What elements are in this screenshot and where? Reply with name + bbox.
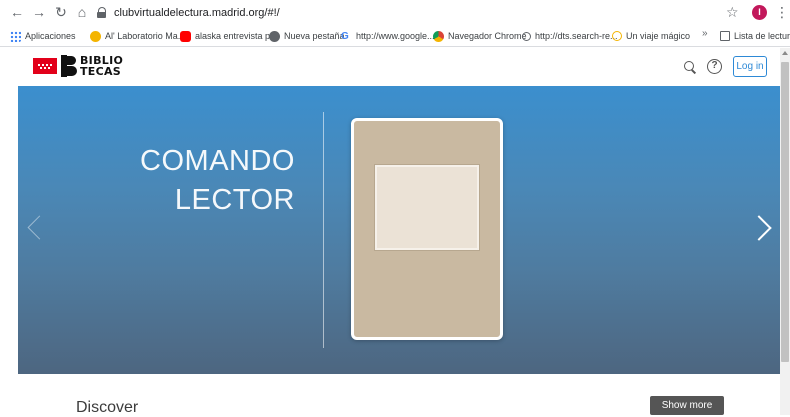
bookmark-laboratorio[interactable]: Al' Laboratorio Ma...: [90, 29, 185, 43]
carousel-next-icon[interactable]: [756, 214, 774, 244]
menu-kebab-icon[interactable]: ⋮: [775, 3, 789, 21]
bookmark-apps[interactable]: Aplicaciones: [10, 29, 76, 43]
reading-list-icon: [720, 31, 730, 41]
bibliotecas-logo-mark[interactable]: [61, 55, 77, 77]
bookmark-viaje-magico[interactable]: Un viaje mágico: [612, 29, 690, 43]
back-icon[interactable]: ←: [8, 3, 26, 21]
chrome-icon: [433, 30, 444, 42]
reload-icon[interactable]: ↻: [52, 3, 70, 21]
login-button[interactable]: Log in: [733, 56, 767, 77]
site-header: BIBLIO TECAS ? Log in: [0, 48, 780, 86]
google-icon: G: [341, 30, 349, 42]
bookmark-nueva-pestana[interactable]: Nueva pestaña: [269, 29, 345, 43]
discover-title: Discover: [76, 399, 139, 416]
bookmarks-overflow-button[interactable]: »: [702, 28, 708, 39]
scroll-thumb[interactable]: [781, 62, 789, 362]
madrid-flag-logo[interactable]: [33, 58, 57, 74]
globe-icon: [269, 30, 280, 42]
address-bar[interactable]: clubvirtualdelectura.madrid.org/#!/: [96, 4, 280, 21]
circle-icon: [612, 31, 622, 41]
bookmark-chrome[interactable]: Navegador Chrome: [433, 29, 527, 43]
profile-avatar[interactable]: I: [752, 5, 767, 20]
forward-icon[interactable]: →: [30, 3, 48, 21]
search-icon[interactable]: [683, 60, 697, 74]
bookmark-alaska[interactable]: alaska entrevista pi...: [180, 29, 280, 43]
bibliotecas-logo-text[interactable]: BIBLIO TECAS: [80, 55, 123, 77]
book-cover[interactable]: [351, 118, 503, 340]
carousel-prev-icon[interactable]: [26, 214, 44, 244]
hero-divider: [323, 112, 324, 348]
search-icon: [522, 31, 531, 41]
bookmarks-bar: Aplicaciones Al' Laboratorio Ma... alask…: [0, 25, 790, 47]
page-scrollbar[interactable]: [780, 48, 790, 415]
bookmark-dts-search[interactable]: http://dts.search-re...: [522, 29, 618, 43]
home-icon[interactable]: ⌂: [73, 3, 91, 21]
apps-grid-icon: [10, 30, 21, 42]
book-cover-label: [375, 165, 479, 250]
browser-toolbar: ← → ↻ ⌂ clubvirtualdelectura.madrid.org/…: [0, 0, 790, 25]
show-more-button[interactable]: Show more: [650, 396, 724, 415]
youtube-icon: [180, 30, 191, 42]
help-icon[interactable]: ?: [707, 59, 722, 74]
site-icon: [90, 30, 101, 42]
url-text[interactable]: clubvirtualdelectura.madrid.org/#!/: [114, 7, 280, 19]
hero-title: COMANDO LECTOR: [140, 145, 295, 216]
bookmark-star-icon[interactable]: ☆: [726, 4, 739, 20]
discover-section: Discover Show more: [18, 374, 780, 416]
scroll-up-icon[interactable]: [782, 51, 788, 55]
bookmark-google[interactable]: G http://www.google....: [341, 29, 437, 43]
reading-list[interactable]: Lista de lectura: [720, 29, 790, 43]
lock-icon: [96, 6, 108, 19]
hero-carousel: COMANDO LECTOR: [18, 86, 780, 374]
